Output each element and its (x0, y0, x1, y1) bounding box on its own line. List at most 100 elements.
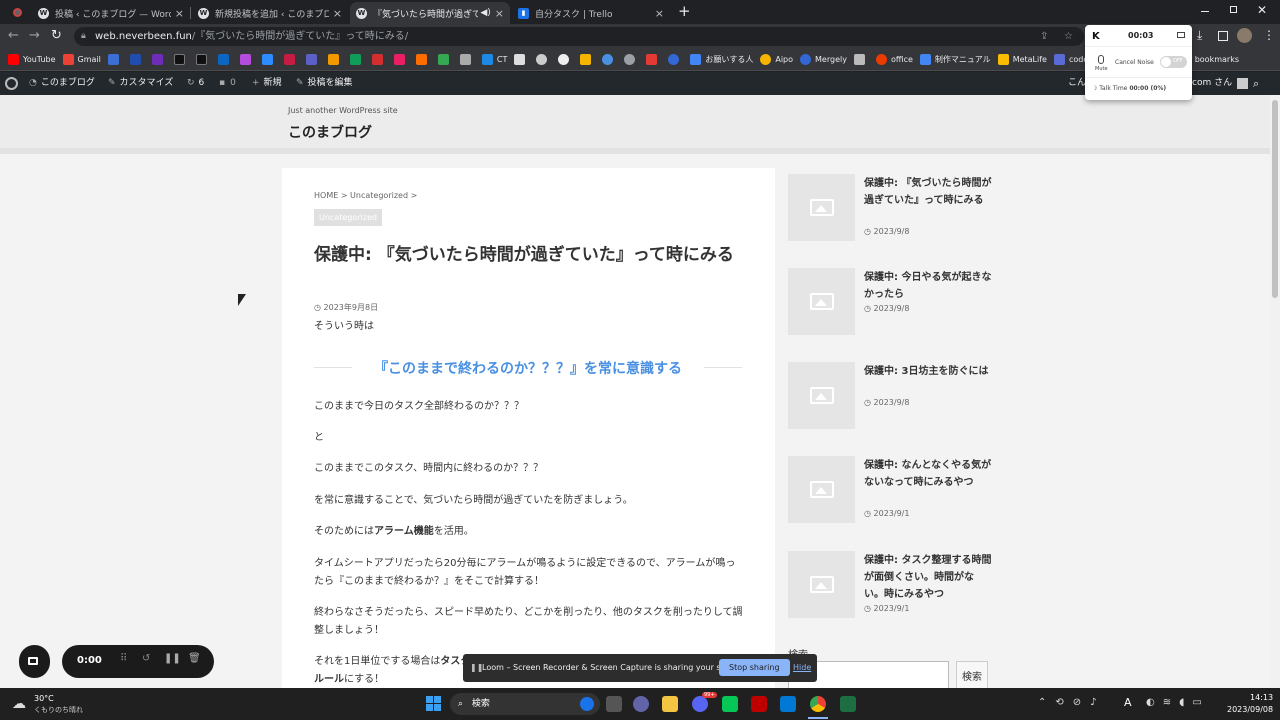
stop-sharing-button[interactable]: Stop sharing (719, 659, 790, 676)
address-bar[interactable]: 🔒︎ web.neverbeen.fun/『気づいたら時間が過ぎていた』って時に… (74, 27, 1084, 46)
close-window-icon[interactable]: ✕ (1257, 3, 1267, 17)
menu-kebab-icon[interactable]: ⋮ (1263, 28, 1275, 42)
thumbnail-placeholder[interactable] (788, 456, 855, 523)
sidebar-post[interactable]: 保護中: タスク整理する時間が面倒くさい。時間がない。時にみるやつ ◷ 2023/… (788, 551, 998, 619)
hide-button[interactable]: Hide (793, 663, 811, 672)
minimize-icon[interactable] (1201, 11, 1209, 12)
audio-icon[interactable]: ◀) (480, 8, 490, 18)
admin-customize-link[interactable]: ✎ カスタマイズ (108, 72, 173, 95)
sidebar-post-title[interactable]: 保護中: なんとなくやる気がないなって時にみるやつ (864, 457, 992, 491)
tray-icons[interactable]: ⌃⟲⊘♪ (1038, 697, 1106, 708)
vscode-icon[interactable] (780, 696, 796, 712)
filezilla-icon[interactable] (751, 696, 767, 712)
sidebar-post[interactable]: 保護中: 『気づいたら時間が過ぎていた』って時にみる ◷ 2023/9/8 (788, 174, 998, 242)
discord-icon[interactable] (692, 696, 708, 712)
bookmark-ct[interactable]: CT (481, 54, 507, 65)
bookmark-icon[interactable] (558, 54, 573, 65)
bookmark-youtube[interactable]: YouTube (8, 54, 56, 65)
admin-search-icon[interactable]: ⌕ (1253, 72, 1259, 95)
thumbnail-placeholder[interactable] (788, 268, 855, 335)
bookmark-icon[interactable] (415, 54, 431, 65)
chrome-icon[interactable] (810, 696, 826, 712)
back-icon[interactable]: ← (8, 28, 19, 43)
admin-user-menu[interactable]: com さん (1192, 72, 1249, 95)
bookmark-icon[interactable] (853, 54, 869, 65)
tab-article[interactable]: W『気づいたら時間が過ぎていた』◀)× (350, 2, 510, 24)
bookmark-icon[interactable] (129, 54, 145, 65)
download-icon[interactable]: ⤓ (1197, 28, 1202, 43)
bookmark-icon[interactable] (151, 54, 167, 65)
close-tab-icon[interactable]: × (175, 7, 184, 20)
bookmark-icon[interactable] (580, 54, 595, 65)
maximize-icon[interactable] (1230, 6, 1237, 13)
bookmark-icon[interactable] (283, 54, 299, 65)
sidebar-post[interactable]: 保護中: なんとなくやる気がないなって時にみるやつ ◷ 2023/9/1 (788, 456, 998, 524)
bookmark-onegai[interactable]: お願いする人 (690, 54, 753, 65)
line-icon[interactable] (722, 696, 738, 712)
admin-howdy[interactable]: こん (1068, 72, 1086, 95)
breadcrumb[interactable]: HOME > Uncategorized > (314, 191, 417, 200)
weather-widget[interactable]: ☁ 30°C くもりのち晴れ (12, 692, 92, 716)
bookmark-icon[interactable] (107, 54, 123, 65)
clock-time[interactable]: 14:13 (1250, 693, 1273, 702)
bookmark-star-icon[interactable]: ☆ (1064, 27, 1073, 46)
bookmark-icon[interactable] (261, 54, 277, 65)
thumbnail-placeholder[interactable] (788, 551, 855, 618)
bookmark-metalife[interactable]: MetaLife (997, 54, 1047, 65)
sidebar-post-title[interactable]: 保護中: 3日坊主を防ぐには (864, 363, 992, 380)
noise-toggle[interactable]: OFF (1160, 56, 1187, 68)
category-badge[interactable]: Uncategorized (314, 209, 382, 226)
bookmark-gmail[interactable]: Gmail (62, 54, 101, 65)
bookmark-icon[interactable] (646, 54, 661, 65)
tab-wp-posts[interactable]: W投稿 ‹ このまブログ — WordPress× (32, 2, 190, 24)
bookmark-mergely[interactable]: Mergely (800, 54, 847, 65)
trash-icon[interactable]: 🗑︎ (188, 653, 201, 664)
bookmark-icon[interactable] (393, 54, 409, 65)
admin-new-link[interactable]: + 新規 (252, 72, 282, 95)
admin-edit-link[interactable]: ✎ 投稿を編集 (296, 72, 353, 95)
microphone-icon[interactable] (1098, 55, 1104, 64)
bookmark-icon[interactable] (624, 54, 639, 65)
search-button[interactable]: 検索 (956, 661, 988, 688)
bookmark-icon[interactable] (459, 54, 475, 65)
bookmark-aipo[interactable]: Aipo (760, 54, 793, 65)
input-language[interactable]: A (1124, 696, 1132, 709)
system-icons[interactable]: ◐≋◖▭ (1146, 697, 1210, 708)
sidebar-post-title[interactable]: 保護中: 今日やる気が起きなかったら (864, 269, 992, 303)
sidebar-post[interactable]: 保護中: 今日やる気が起きなかったら ◷ 2023/9/8 (788, 268, 998, 336)
bookmark-icon[interactable] (536, 54, 551, 65)
admin-comments-link[interactable]: ▪ 0 (219, 72, 236, 95)
admin-updates-link[interactable]: ↻ 6 (187, 72, 204, 95)
admin-site-link[interactable]: ◔ このまブログ (29, 72, 95, 95)
avatar[interactable] (1237, 28, 1252, 43)
task-view-icon[interactable] (606, 696, 622, 712)
camera-icon[interactable] (1177, 32, 1185, 38)
tab-trello[interactable]: ▮ 自分タスク | Trello × (512, 2, 670, 24)
taskbar-search[interactable]: ⌕ 検索 (450, 693, 600, 715)
bookmark-icon[interactable] (349, 54, 365, 65)
drag-handle-icon[interactable]: ⠿ (120, 653, 127, 664)
sidebar-post-title[interactable]: 保護中: タスク整理する時間が面倒くさい。時間がない。時にみるやつ (864, 552, 992, 603)
bookmark-office[interactable]: office (875, 54, 913, 65)
bookmark-icon[interactable] (305, 54, 321, 65)
bookmark-icon[interactable] (514, 54, 529, 65)
bookmark-manual[interactable]: 制作マニュアル (919, 54, 991, 65)
wp-logo-icon[interactable] (5, 72, 18, 95)
pause-icon[interactable]: ❚❚ (164, 653, 181, 664)
bookmark-icon[interactable] (173, 54, 189, 65)
thumbnail-placeholder[interactable] (788, 174, 855, 241)
bookmark-icon[interactable] (239, 54, 255, 65)
excel-icon[interactable] (840, 696, 856, 712)
loom-camera-button[interactable] (19, 645, 50, 678)
close-tab-icon[interactable]: × (495, 7, 504, 20)
scrollbar-thumb[interactable] (1272, 100, 1278, 298)
bookmark-icon[interactable] (217, 54, 233, 65)
tab-wp-new[interactable]: W新規投稿を追加 ‹ このまブログ — W× (192, 2, 348, 24)
share-icon[interactable]: ⇪ (1040, 27, 1048, 46)
bookmark-icon[interactable] (602, 54, 617, 65)
forward-icon[interactable]: → (29, 28, 40, 43)
thumbnail-placeholder[interactable] (788, 362, 855, 429)
reload-icon[interactable]: ↻ (51, 28, 62, 43)
site-title[interactable]: このまブログ (288, 122, 372, 142)
sidebar-post-title[interactable]: 保護中: 『気づいたら時間が過ぎていた』って時にみる (864, 175, 992, 209)
